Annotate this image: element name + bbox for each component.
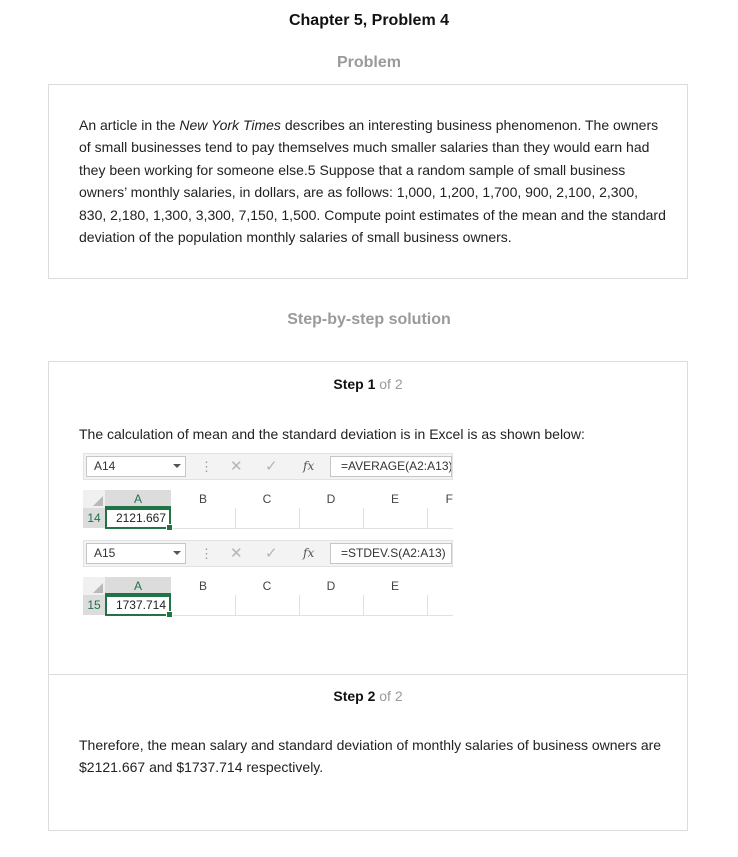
gridline [427, 595, 428, 615]
gridline [235, 595, 236, 615]
cell-a15[interactable]: 1737.714 [105, 595, 173, 618]
column-header-f[interactable]: F [427, 490, 453, 508]
name-box[interactable]: A14 [86, 456, 186, 477]
cell-a14-value: 2121.667 [115, 511, 166, 525]
solution-box: Step 1 of 2 The calculation of mean and … [48, 361, 688, 831]
cancel-icon[interactable]: ✕ [230, 457, 243, 476]
check-icon[interactable]: ✓ [265, 457, 278, 476]
column-header-e[interactable]: E [363, 490, 427, 508]
column-header-b[interactable]: B [171, 490, 235, 508]
problem-text-start: An article in the [79, 117, 180, 133]
function-icon[interactable]: fx [303, 457, 314, 476]
name-box[interactable]: A15 [86, 543, 186, 564]
select-all-corner[interactable] [83, 490, 105, 508]
step-2-of: of 2 [379, 688, 403, 704]
select-all-corner[interactable] [83, 577, 105, 595]
fill-handle[interactable] [166, 611, 173, 618]
gridline [299, 508, 300, 528]
chevron-down-icon[interactable] [173, 464, 181, 468]
column-header-a[interactable]: A [105, 490, 171, 508]
step-1-header: Step 1 of 2 [49, 376, 687, 392]
solution-heading: Step-by-step solution [287, 311, 451, 328]
row-header-14[interactable]: 14 [83, 508, 105, 528]
problem-text-publication: New York Times [179, 117, 281, 133]
sheet-grid: A B C D E F 14 2121.667 [83, 480, 453, 531]
formula-bar: A15 ⋮ ✕ ✓ fx =STDEV.S(A2:A13) [83, 540, 453, 567]
gridline [299, 595, 300, 615]
gridline [363, 508, 364, 528]
cell-a14[interactable]: 2121.667 [105, 508, 173, 531]
problem-box: An article in the New York Times describ… [48, 84, 688, 279]
cell-a15-value: 1737.714 [115, 598, 166, 612]
problem-text: An article in the New York Times describ… [79, 114, 669, 248]
excel-snippet-mean: A14 ⋮ ✕ ✓ fx =AVERAGE(A2:A13) A B C D E … [83, 453, 453, 531]
step-divider [49, 674, 687, 675]
problem-heading: Problem [336, 54, 401, 71]
step-1-label: Step 1 [333, 376, 376, 392]
chevron-down-icon[interactable] [173, 551, 181, 555]
excel-snippet-stdev: A15 ⋮ ✕ ✓ fx =STDEV.S(A2:A13) A B C D E … [83, 540, 453, 618]
fill-handle[interactable] [166, 524, 173, 531]
column-header-e[interactable]: E [363, 577, 427, 595]
step-2-text: Therefore, the mean salary and standard … [79, 737, 662, 776]
more-icon: ⋮ [200, 546, 213, 561]
formula-input[interactable]: =AVERAGE(A2:A13) [330, 456, 452, 477]
more-icon: ⋮ [200, 459, 213, 474]
gridline [363, 595, 364, 615]
name-box-value: A15 [94, 546, 116, 560]
column-header-c[interactable]: C [235, 490, 299, 508]
row-header-15[interactable]: 15 [83, 595, 105, 615]
column-header-d[interactable]: D [299, 577, 363, 595]
step-1-text: The calculation of mean and the standard… [79, 426, 585, 442]
page-title: Chapter 5, Problem 4 [288, 12, 450, 29]
function-icon[interactable]: fx [303, 544, 314, 563]
column-header-a[interactable]: A [105, 577, 171, 595]
step-1-of: of 2 [379, 376, 403, 392]
column-header-d[interactable]: D [299, 490, 363, 508]
name-box-value: A14 [94, 459, 116, 473]
gridline [427, 508, 428, 528]
formula-input[interactable]: =STDEV.S(A2:A13) [330, 543, 452, 564]
column-header-c[interactable]: C [235, 577, 299, 595]
cancel-icon[interactable]: ✕ [230, 544, 243, 563]
sheet-grid: A B C D E 15 1737.714 [83, 567, 453, 618]
step-2-label: Step 2 [333, 688, 376, 704]
column-header-b[interactable]: B [171, 577, 235, 595]
check-icon[interactable]: ✓ [265, 544, 278, 563]
gridline [235, 508, 236, 528]
step-2-header: Step 2 of 2 [49, 688, 687, 704]
problem-text-rest: describes an interesting business phenom… [79, 117, 666, 246]
formula-bar: A14 ⋮ ✕ ✓ fx =AVERAGE(A2:A13) [83, 453, 453, 480]
